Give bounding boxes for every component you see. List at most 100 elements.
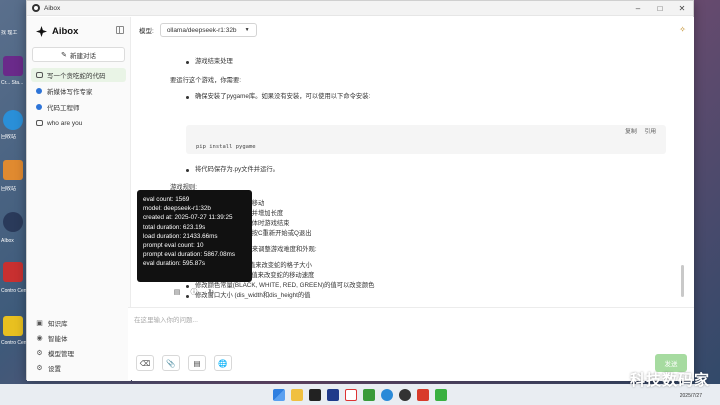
brand-name: Aibox: [52, 25, 79, 37]
taskbar-app-icon[interactable]: [417, 388, 429, 401]
code-actions: 复制 引用: [619, 128, 656, 136]
tooltip-line: created at: 2025-07-27 11:39:25: [143, 214, 233, 222]
desktop-label: Contro Center: [1, 288, 27, 294]
sidebar-item-label: 设置: [48, 365, 61, 373]
copy-code-button[interactable]: 复制: [625, 129, 637, 135]
book-icon: ▣: [36, 319, 43, 327]
taskbar-app-icon[interactable]: [309, 388, 321, 401]
conversation-label: 新媒体写作专家: [47, 89, 93, 96]
taskbar: [0, 384, 720, 405]
sidebar-item-label: 智能体: [48, 335, 68, 343]
conversation-label: 写一个贪吃蛇的代码: [47, 73, 106, 80]
sidebar-bottom-nav: ▣ 知识库 ◉ 智能体 ⚙ 模型管理 ⚙ 设置: [27, 315, 131, 375]
bot-icon: ◉: [36, 334, 43, 342]
chat-input[interactable]: 在这里输入你的问题...: [134, 314, 198, 324]
tooltip-line: eval duration: 595.87s: [143, 260, 205, 268]
desktop-label: Cr... Sta...: [1, 80, 24, 86]
desktop-label: 回收站: [1, 134, 17, 140]
maximize-button[interactable]: □: [649, 1, 671, 16]
eraser-icon[interactable]: ⌫: [136, 355, 154, 371]
chevron-down-icon: ▼: [244, 27, 250, 33]
list-item: 将代码保存为.py文件并运行。: [186, 166, 279, 174]
agent-icon: [35, 88, 43, 94]
conversation-item[interactable]: 写一个贪吃蛇的代码: [31, 68, 126, 82]
tooltip-line: prompt eval duration: 5867.08ms: [143, 251, 236, 259]
photoshop-icon[interactable]: [327, 388, 339, 401]
desktop-label: Contro Center: [1, 340, 27, 346]
gear-icon: ⚙: [36, 364, 43, 372]
desktop-app-icon[interactable]: [3, 110, 23, 130]
app-icon: [32, 4, 40, 12]
sidebar-item-knowledge[interactable]: ▣ 知识库: [27, 315, 131, 330]
message-actions: ▤ ⓘ ↻: [172, 287, 223, 297]
tooltip-line: load duration: 21433.66ms: [143, 232, 218, 240]
conversation-item[interactable]: who are you: [31, 116, 126, 130]
sidebar-item-settings[interactable]: ⚙ 设置: [27, 360, 131, 375]
regenerate-icon[interactable]: ↻: [206, 287, 216, 297]
desktop-app-icon[interactable]: [3, 262, 23, 282]
sidebar-item-label: 模型管理: [48, 350, 74, 358]
new-chat-label: 新建对话: [69, 52, 96, 60]
chat-scrollbar[interactable]: [681, 265, 684, 297]
list-item: 确保安装了pygame库。如果没有安装，可以使用以下命令安装:: [186, 93, 370, 101]
new-chat-icon: ✎: [61, 51, 67, 59]
sidebar: Aibox ✎ 新建对话 写一个贪吃蛇的代码 新媒体写作专家 代码工程师 who…: [27, 17, 131, 381]
watermark: 科技数码家: [629, 372, 710, 389]
message-stats-tooltip: eval count: 1569 model: deepseek-r1:32b …: [137, 190, 252, 282]
new-chat-button[interactable]: ✎ 新建对话: [32, 47, 125, 62]
model-label: 模型:: [139, 28, 154, 35]
knowledge-book-icon[interactable]: ▤: [188, 355, 206, 371]
sidebar-item-models[interactable]: ⚙ 模型管理: [27, 345, 131, 360]
model-select[interactable]: ollama/deepseek-r1:32b ▼: [159, 23, 257, 37]
title-bar: Aibox – □ ✕: [27, 1, 693, 16]
wechat-icon[interactable]: [435, 388, 447, 401]
sidebar-item-agents[interactable]: ◉ 智能体: [27, 330, 131, 345]
window-title: Aibox: [44, 4, 61, 12]
start-icon[interactable]: [273, 388, 285, 401]
agent-icon: [35, 104, 43, 110]
clear-chat-icon[interactable]: ✧: [679, 25, 686, 34]
edge-icon[interactable]: [381, 388, 393, 401]
tooltip-line: total duration: 623.19s: [143, 223, 206, 231]
taskbar-app-icon[interactable]: [363, 388, 375, 401]
conversation-label: 代码工程师: [47, 105, 80, 112]
chat-icon: [35, 72, 43, 78]
model-icon: ⚙: [36, 349, 43, 357]
aibox-desktop-icon[interactable]: [3, 212, 23, 232]
minimize-button[interactable]: –: [627, 1, 649, 16]
code-text: pip install pygame: [196, 144, 256, 150]
code-block: 复制 引用 pip install pygame: [186, 125, 666, 154]
brand: Aibox: [27, 17, 130, 45]
window-controls: – □ ✕: [627, 1, 693, 16]
attachment-icon[interactable]: 📎: [162, 355, 180, 371]
copy-message-icon[interactable]: ▤: [172, 287, 182, 297]
chat-header: 模型: ollama/deepseek-r1:32b ▼ ✧: [132, 17, 694, 43]
desktop-label: AIbox: [1, 238, 14, 244]
sidebar-item-label: 知识库: [48, 320, 68, 328]
brand-logo-icon: [36, 25, 47, 37]
collapse-sidebar-icon[interactable]: [116, 26, 124, 34]
model-select-value: ollama/deepseek-r1:32b: [166, 26, 237, 34]
desktop-app-icon[interactable]: [3, 160, 23, 180]
control-center-icon[interactable]: [3, 316, 23, 336]
input-toolbar: ⌫ 📎 ▤ 🌐: [136, 355, 240, 371]
aibox-taskbar-icon[interactable]: [399, 388, 411, 401]
info-icon[interactable]: ⓘ: [189, 287, 199, 297]
desktop-label: 找 理工: [1, 30, 18, 36]
conversation-item[interactable]: 代码工程师: [31, 100, 126, 114]
desktop-icon-strip: 找 理工 Cr... Sta... 回收站 回收站 AIbox Contro C…: [0, 0, 27, 385]
tooltip-line: model: deepseek-r1:32b: [143, 205, 211, 213]
close-button[interactable]: ✕: [671, 1, 693, 16]
chat-input-area: 在这里输入你的问题... ⌫ 📎 ▤ 🌐 发送: [128, 307, 694, 380]
quote-code-button[interactable]: 引用: [644, 129, 656, 135]
file-explorer-icon[interactable]: [291, 388, 303, 401]
web-search-icon[interactable]: 🌐: [214, 355, 232, 371]
desktop-app-icon[interactable]: [3, 56, 23, 76]
tray-date: 2025/7/27: [679, 393, 702, 399]
conversation-item[interactable]: 新媒体写作专家: [31, 84, 126, 98]
conversation-label: who are you: [47, 119, 83, 127]
list-item: 游戏结束处理: [186, 58, 233, 66]
desktop-label: 回收站: [1, 186, 17, 192]
paragraph: 要运行这个游戏，你需要:: [170, 77, 242, 84]
taskbar-app-icon[interactable]: [345, 388, 357, 401]
